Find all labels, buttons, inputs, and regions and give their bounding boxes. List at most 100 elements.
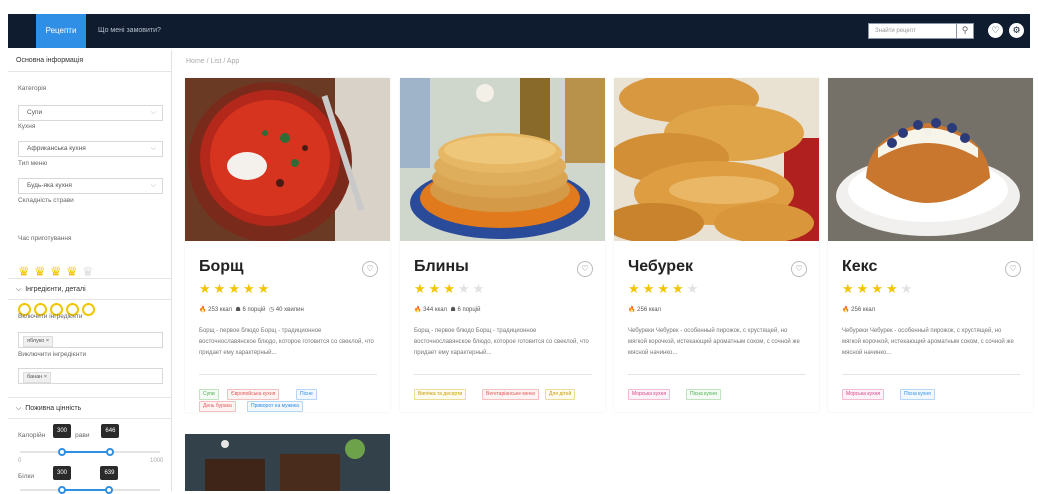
cook-time-label: Час приготування [18,235,72,242]
recipe-title[interactable]: Кекс [842,258,877,276]
recipe-title[interactable]: Борщ [199,258,244,276]
recipe-card[interactable]: Чебурек ♡ ★★★★★ 🔥 256 ккал Чебуреки Чебу… [614,78,819,412]
recipe-photo-cheburek[interactable] [614,78,819,241]
recipe-tag[interactable]: Вегетаріанське меню [482,389,540,400]
favorite-heart-icon[interactable]: ♡ [577,261,593,277]
star-filled-icon: ★ [642,281,658,296]
nutrition-section-label: Поживна цінність [25,405,82,412]
top-navbar: Рецепти Що мені замовити? Знайти рецепт … [8,14,1030,48]
calories-scale-max: 1000 [150,458,164,464]
cuisine-select[interactable]: Африканська кухня ⌵ [18,141,163,157]
recipe-title[interactable]: Чебурек [628,258,693,276]
nutrition-section-header[interactable]: ⌵ Поживна цінність [8,397,171,419]
calories-min-tooltip: 300 [53,424,71,438]
card-divider [414,374,592,375]
star-filled-icon: ★ [428,281,444,296]
protein-max-tooltip: 639 [100,466,119,480]
star-filled-icon: ★ [443,281,458,296]
heart-icon[interactable]: ♡ [988,23,1003,38]
protein-label: Білки [18,473,34,480]
recipe-tag[interactable]: Морська кухня [842,389,885,400]
recipe-tag[interactable]: Пісна кухня [900,389,935,400]
recipe-tag[interactable]: Супи [199,389,219,400]
calories-label-end: рави [75,432,90,439]
protein-max-handle[interactable] [105,486,114,494]
flame-icon: 🔥 [414,307,422,313]
recipe-description: Борщ - первое блюдо Борщ - традиционное … [199,328,374,356]
chevron-down-icon: ⌵ [150,145,156,152]
breadcrumb[interactable]: Home / List / App [186,58,239,65]
calories-slider-fill [62,451,111,453]
star-filled-icon: ★ [213,281,229,296]
search-input[interactable]: Знайти рецепт ⚲ [868,23,974,39]
recipe-tag[interactable]: Європейська кухня [227,389,280,400]
favorite-heart-icon[interactable]: ♡ [362,261,378,277]
nav-recipes-tab[interactable]: Рецепти [36,14,86,48]
star-filled-icon: ★ [871,281,886,296]
recipe-card[interactable]: Борщ ♡ ★★★★★ 🔥 253 ккал ☗ 6 порцій ◷ 40 … [185,78,390,412]
recipe-tag[interactable]: Морська кухня [628,389,671,400]
cuisine-label: Кухня [18,123,36,130]
recipe-tag[interactable]: Пісна кухня [686,389,721,400]
recipe-meta: 🔥 344 ккал ☗ 6 порцій [414,306,481,313]
recipe-tag[interactable]: Випічка та десерти [414,389,467,400]
menu-type-select[interactable]: Будь-яка кухня ⌵ [18,178,163,194]
category-value: Супи [27,109,43,116]
star-filled-icon: ★ [257,281,273,296]
recipe-portions: 6 порцій [242,307,266,313]
star-filled-icon: ★ [856,281,872,296]
card-divider [842,374,1020,375]
calories-min-handle[interactable] [58,448,66,456]
recipe-rating: ★★★★★ [842,281,915,297]
settings-icon[interactable]: ⚙ [1009,23,1024,38]
favorite-heart-icon[interactable]: ♡ [791,261,807,277]
star-filled-icon: ★ [199,281,214,296]
star-filled-icon: ★ [628,281,643,296]
recipe-meta: 🔥 256 ккал [628,306,661,313]
ingredient-chip[interactable]: яблуко × [23,336,54,347]
calories-max-handle[interactable] [106,448,115,456]
recipe-kcal: 256 ккал [851,307,876,313]
recipe-tag[interactable]: День бурака [199,401,236,412]
chevron-down-icon: ⌵ [150,109,156,116]
ingredients-section-label: Інгредієнти, деталі [25,286,86,293]
nav-fridge-link[interactable]: Що мені замовити? [98,14,161,48]
filter-sidebar: Основна інформація Категорія Супи ⌵ Кухн… [8,50,172,494]
clock-icon: ◷ [268,307,275,313]
recipe-card[interactable]: Кекс ♡ ★★★★★ 🔥 256 ккал Чебуреки Чебурек… [828,78,1033,412]
clock-icon[interactable] [82,303,95,316]
search-icon[interactable]: ⚲ [956,23,973,39]
difficulty-label: Складність страви [18,197,74,204]
ingredient-chip[interactable]: банан × [23,372,51,383]
star-filled-icon: ★ [885,281,901,296]
recipe-photo-borscht[interactable] [185,78,390,241]
protein-min-tooltip: 300 [53,466,71,480]
favorite-heart-icon[interactable]: ♡ [1005,261,1021,277]
ingredients-section-header[interactable]: ⌵ Інгредієнти, деталі [8,278,171,300]
include-ingredients-input[interactable]: яблуко × [18,332,163,348]
recipe-tag[interactable]: Для дітей [545,389,576,400]
chevron-down-icon: ⌵ [16,286,22,293]
protein-min-handle[interactable] [58,486,66,494]
recipe-title[interactable]: Блины [414,258,469,276]
portions-icon: ☗ [450,307,456,313]
recipe-tag[interactable]: Приворот на мужика [247,401,303,412]
cuisine-value: Африканська кухня [27,145,86,152]
exclude-ingredients-input[interactable]: банан × [18,368,163,384]
recipe-photo-brownie[interactable] [185,434,390,491]
card-divider [199,374,377,375]
recipe-photo-keks[interactable] [828,78,1033,241]
recipe-description: Борщ - первое блюдо Борщ - традиционное … [414,328,589,356]
recipe-card[interactable] [185,434,390,491]
recipe-photo-bliny[interactable] [400,78,605,241]
flame-icon: 🔥 [842,307,850,313]
star-filled-icon: ★ [228,281,243,296]
recipe-description: Чебуреки Чебурек - особенный пирожок, с … [842,328,1014,356]
chevron-down-icon: ⌵ [16,405,22,412]
star-empty-icon: ★ [457,281,473,296]
recipe-card[interactable]: Блины ♡ ★★★★★ 🔥 344 ккал ☗ 6 порцій Борщ… [400,78,605,412]
recipe-tag[interactable]: Пісне [296,389,317,400]
recipe-rating: ★★★★★ [628,281,701,297]
category-select[interactable]: Супи ⌵ [18,105,163,121]
menu-type-value: Будь-яка кухня [27,182,72,189]
